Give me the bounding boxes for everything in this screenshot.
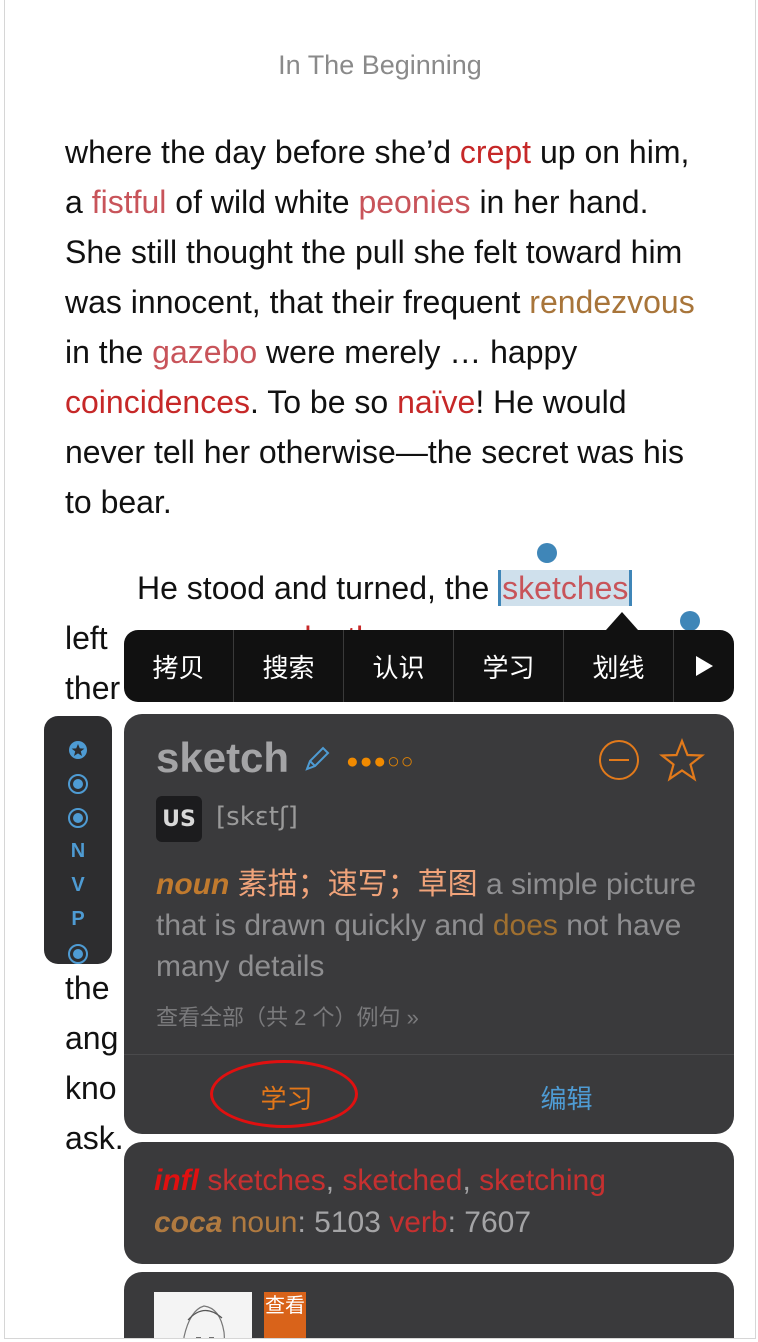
sketch-thumbnail[interactable] (154, 1292, 252, 1338)
noun-label: noun (230, 1206, 298, 1239)
frequency-dot: ● (346, 750, 360, 773)
star-outline-icon[interactable] (659, 738, 705, 784)
verb-filter[interactable]: V (44, 874, 112, 897)
edit-button[interactable]: 编辑 (504, 1064, 629, 1130)
phrase-filter[interactable]: P (44, 908, 112, 931)
paragraph-text: ang (65, 1020, 119, 1056)
paragraph-text: He stood and turned, the (137, 570, 499, 606)
menu-item-know[interactable]: 认识 (344, 630, 454, 702)
star-radio-icon[interactable] (68, 740, 88, 760)
definition-link-word[interactable]: does (493, 909, 558, 942)
inflection-form[interactable]: sketched (342, 1164, 462, 1197)
pencil-icon[interactable] (302, 744, 332, 774)
accent-badge[interactable]: US (156, 796, 202, 842)
coca-line: coca noun: 5103 verb: 7607 (154, 1206, 532, 1239)
sketch-portrait-image (154, 1292, 252, 1338)
coca-tag: coca (154, 1206, 223, 1239)
selection-start-handle[interactable] (537, 543, 557, 563)
inflection-form[interactable]: sketches (207, 1164, 325, 1197)
word-filter-sidebar: N V P (44, 716, 112, 964)
inflection-form[interactable]: sketching (479, 1164, 606, 1197)
vocab-word[interactable]: rendezvous (529, 284, 694, 320)
selected-word[interactable]: sketches (498, 570, 633, 606)
reader-page: In The Beginning where the day before sh… (4, 0, 756, 1339)
divider (124, 1054, 734, 1055)
definition-cn: 素描；速写；草图 (237, 868, 478, 901)
verb-label: verb (389, 1206, 448, 1239)
paragraph-text: were merely … happy (257, 334, 578, 370)
menu-item-underline[interactable]: 划线 (564, 630, 674, 702)
headword: sketch (156, 734, 290, 781)
paragraph-text: ask. (65, 1120, 124, 1156)
noun-filter[interactable]: N (44, 840, 112, 863)
noun-rank: 5103 (314, 1206, 381, 1239)
vocab-word[interactable]: coincidences (65, 384, 250, 420)
menu-item-learn[interactable]: 学习 (454, 630, 564, 702)
vocab-word[interactable]: fistful (92, 184, 167, 220)
radio-icon[interactable] (68, 774, 88, 794)
context-menu: 拷贝 搜索 认识 学习 划线 (124, 630, 734, 702)
radio-icon[interactable] (68, 944, 88, 964)
paragraph-text: the (65, 970, 110, 1006)
vocab-word[interactable]: peonies (358, 184, 470, 220)
image-card: 查看 (124, 1272, 734, 1338)
infl-tag: infl (154, 1164, 199, 1197)
context-menu-pointer (606, 612, 638, 630)
inflection-line: infl sketches, sketched, sketching (154, 1164, 606, 1197)
chapter-title: In The Beginning (278, 50, 482, 80)
dictionary-card: sketch ●●●○○ US [skɛtʃ] noun 素描；速写；草图 a … (124, 714, 734, 1134)
play-triangle-icon (695, 656, 713, 676)
part-of-speech: noun (156, 868, 230, 901)
menu-item-search[interactable]: 搜索 (234, 630, 344, 702)
learn-button[interactable]: 学习 (214, 1064, 359, 1130)
radio-icon[interactable] (68, 808, 88, 828)
paragraph-text: ther (65, 670, 121, 706)
view-image-button[interactable]: 查看 (264, 1292, 306, 1338)
minus-circle-icon[interactable] (599, 740, 639, 780)
frequency-dot: ○ (387, 750, 401, 773)
view-all-examples-link[interactable]: 查看全部（共 2 个）例句 » (156, 1000, 419, 1032)
menu-item-copy[interactable]: 拷贝 (124, 630, 234, 702)
paragraph-text: left (65, 620, 108, 656)
inflections-card: infl sketches, sketched, sketching coca … (124, 1142, 734, 1264)
frequency-dots: ●●●○○ (346, 750, 414, 774)
vocab-word[interactable]: gazebo (152, 334, 257, 370)
paragraph-text: of wild white (166, 184, 359, 220)
selection-end-handle[interactable] (680, 611, 700, 631)
frequency-dot: ○ (400, 750, 415, 773)
vocab-word[interactable]: naïve (397, 384, 475, 420)
frequency-dot: ● (359, 750, 374, 773)
paragraph-1: where the day before she’d crept up on h… (65, 127, 705, 527)
paragraph-text: in the (65, 334, 153, 370)
definition: noun 素描；速写；草图 a simple picture that is d… (156, 864, 701, 987)
phonetic: [skɛtʃ] (216, 802, 298, 832)
paragraph-text: kno (65, 1070, 117, 1106)
verb-rank: 7607 (464, 1206, 532, 1239)
frequency-dot: ● (373, 750, 388, 773)
menu-more-button[interactable] (674, 630, 734, 702)
paragraph-text: . To be so (250, 384, 398, 420)
paragraph-text: where the day before she’d (65, 134, 460, 170)
vocab-word[interactable]: crept (460, 134, 531, 170)
